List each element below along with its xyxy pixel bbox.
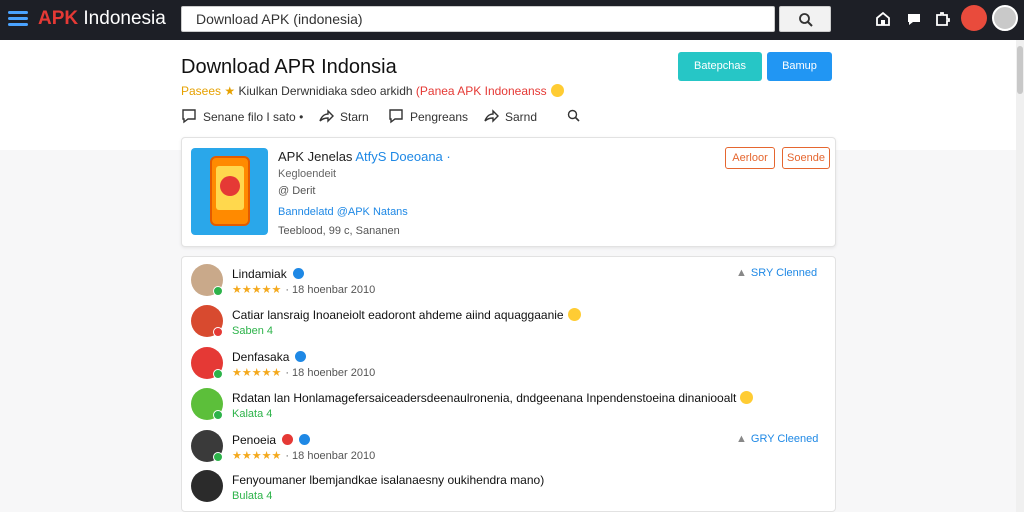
- logo-apk-text: APK: [38, 8, 79, 29]
- comment-action-label: Senane filo I sato •: [203, 110, 304, 124]
- comment-author[interactable]: Denfasaka: [232, 350, 307, 364]
- rating-tag: Pasees ★: [181, 84, 236, 98]
- author-name: Lindamiak: [232, 267, 287, 281]
- subtitle-text: Kiulkan Derwnidiaka sdeo arkidh: [238, 84, 413, 98]
- online-badge: [213, 369, 223, 379]
- app-name: APK Jenelas AtfyS Doeoana ·: [278, 149, 451, 164]
- verified-icon: [295, 351, 307, 362]
- comment-date: · 18 hoenber 2010: [285, 367, 376, 379]
- verified-icon: [292, 268, 304, 279]
- scrollbar-thumb[interactable]: [1017, 46, 1023, 94]
- online-badge: [213, 452, 223, 462]
- magnifier-icon: [567, 109, 580, 122]
- star-rating: ★★★★★: [232, 450, 282, 462]
- primary-button[interactable]: Batepchas: [678, 52, 762, 81]
- logo-name-text: Indonesia: [83, 8, 166, 29]
- comments-list: Lindamiak ★★★★★ · 18 hoenbar 2010 ▲ SRY Cl…: [181, 256, 836, 512]
- top-bar: APK Indonesia: [0, 0, 1024, 40]
- app-name-text: APK Jenelas: [278, 149, 353, 164]
- profile-avatar[interactable]: [992, 5, 1018, 31]
- comment-author[interactable]: Lindamiak: [232, 267, 304, 281]
- comment-item: Fenyoumaner lbemjandkae isalanaesny ouki…: [191, 470, 831, 510]
- comment-item: Penoeia ★★★★★ · 18 hoenbar 2010 ▲ GRY Clee…: [191, 430, 831, 470]
- author-name: Penoeia: [232, 433, 277, 447]
- reply-link[interactable]: Bulata 4: [232, 490, 272, 502]
- subtitle-line: Pasees ★ Kiulkan Derwnidiaka sdeo arkidh…: [181, 84, 564, 98]
- comment-date: · 18 hoenbar 2010: [285, 450, 376, 462]
- message-icon: [389, 109, 403, 124]
- app-meta: Teeblood, 99 c, Sananen: [278, 225, 400, 237]
- comment-rating: ★★★★★ · 18 hoenber 2010: [232, 366, 375, 379]
- comment-text: Fenyoumaner lbemjandkae isalanaesny ouki…: [232, 473, 544, 487]
- star-rating: ★★★★★: [232, 367, 282, 379]
- share-icon: [319, 109, 334, 123]
- phone-illustration: [210, 156, 250, 226]
- comment-item: Catiar lansraig Inoaneiolt eadoront ahde…: [191, 305, 831, 345]
- send-action-label: Sarnd: [505, 110, 538, 124]
- comment-item: Denfasaka ★★★★★ · 18 hoenber 2010: [191, 347, 831, 387]
- reply-action-label: Pengreans: [410, 110, 469, 124]
- comment-rating: ★★★★★ · 18 hoenbar 2010: [232, 449, 375, 462]
- scrollbar[interactable]: [1016, 40, 1024, 512]
- comment-status[interactable]: ▲ GRY Cleened: [736, 433, 818, 445]
- comment-body: Rdatan lan Honlamagefersaiceadersdeenaul…: [232, 391, 737, 405]
- page-title: Download APR Indonsia: [181, 56, 397, 78]
- app-action-right-button[interactable]: Soende: [782, 147, 830, 169]
- verified-icon: [299, 434, 311, 445]
- comment-date: · 18 hoenbar 2010: [285, 284, 376, 296]
- app-action-left-button[interactable]: Aerloor: [725, 147, 775, 169]
- chat-icon[interactable]: [905, 10, 923, 28]
- status-text: GRY Cleened: [750, 433, 819, 445]
- subtitle-red: (Panea APK Indoneanss: [415, 84, 547, 98]
- comment-icon: [182, 109, 196, 124]
- secondary-button[interactable]: Bamup: [767, 52, 832, 81]
- comment-item: Lindamiak ★★★★★ · 18 hoenbar 2010 ▲ SRY Cl…: [191, 264, 831, 304]
- comment-item: Rdatan lan Honlamagefersaiceadersdeenaul…: [191, 388, 831, 428]
- app-name-badge[interactable]: AtfyS Doeoana ·: [355, 149, 450, 164]
- star-rating: ★★★★★: [232, 284, 282, 296]
- app-download-link[interactable]: Banndelatd @APK Natans: [278, 206, 408, 218]
- app-card: APK Jenelas AtfyS Doeoana · Kegloendeit …: [181, 137, 836, 247]
- smile-emoji-icon: [567, 308, 581, 321]
- avatar[interactable]: [191, 470, 223, 502]
- pin-icon: ▲: [736, 433, 747, 445]
- app-size: @ Derit: [278, 185, 316, 197]
- home-icon[interactable]: [874, 10, 892, 28]
- status-text: SRY Clenned: [750, 267, 818, 279]
- reply-link[interactable]: Saben 4: [232, 325, 273, 337]
- search-button[interactable]: [779, 6, 831, 32]
- online-badge: [213, 286, 223, 296]
- app-developer: Kegloendeit: [278, 168, 337, 180]
- site-logo[interactable]: APK Indonesia: [38, 8, 166, 30]
- search-icon: [799, 13, 813, 27]
- search-input[interactable]: [181, 6, 775, 32]
- status-badge: [213, 327, 223, 337]
- smile-emoji-icon: [740, 391, 754, 404]
- comment-body: Fenyoumaner lbemjandkae isalanaesny ouki…: [232, 473, 545, 487]
- comment-rating: ★★★★★ · 18 hoenbar 2010: [232, 283, 375, 296]
- comment-author[interactable]: Penoeia: [232, 433, 311, 447]
- menu-icon[interactable]: [8, 11, 28, 27]
- user-avatar[interactable]: [961, 5, 987, 31]
- puzzle-icon[interactable]: [933, 10, 951, 28]
- share-action-label: Starn: [340, 110, 369, 124]
- comment-status[interactable]: ▲ SRY Clenned: [736, 267, 817, 279]
- smile-emoji-icon: [550, 84, 564, 97]
- forward-icon: [484, 109, 499, 123]
- comment-body: Catiar lansraig Inoaneiolt eadoront ahde…: [232, 308, 564, 322]
- online-badge: [213, 410, 223, 420]
- pin-icon: ▲: [736, 267, 747, 279]
- comment-text: Rdatan lan Honlamagefersaiceadersdeenaul…: [232, 391, 754, 405]
- heart-icon: [282, 434, 294, 445]
- reply-link[interactable]: Kalata 4: [232, 408, 272, 420]
- app-icon[interactable]: [191, 148, 268, 235]
- comment-text: Catiar lansraig Inoaneiolt eadoront ahde…: [232, 308, 581, 322]
- author-name: Denfasaka: [232, 350, 290, 364]
